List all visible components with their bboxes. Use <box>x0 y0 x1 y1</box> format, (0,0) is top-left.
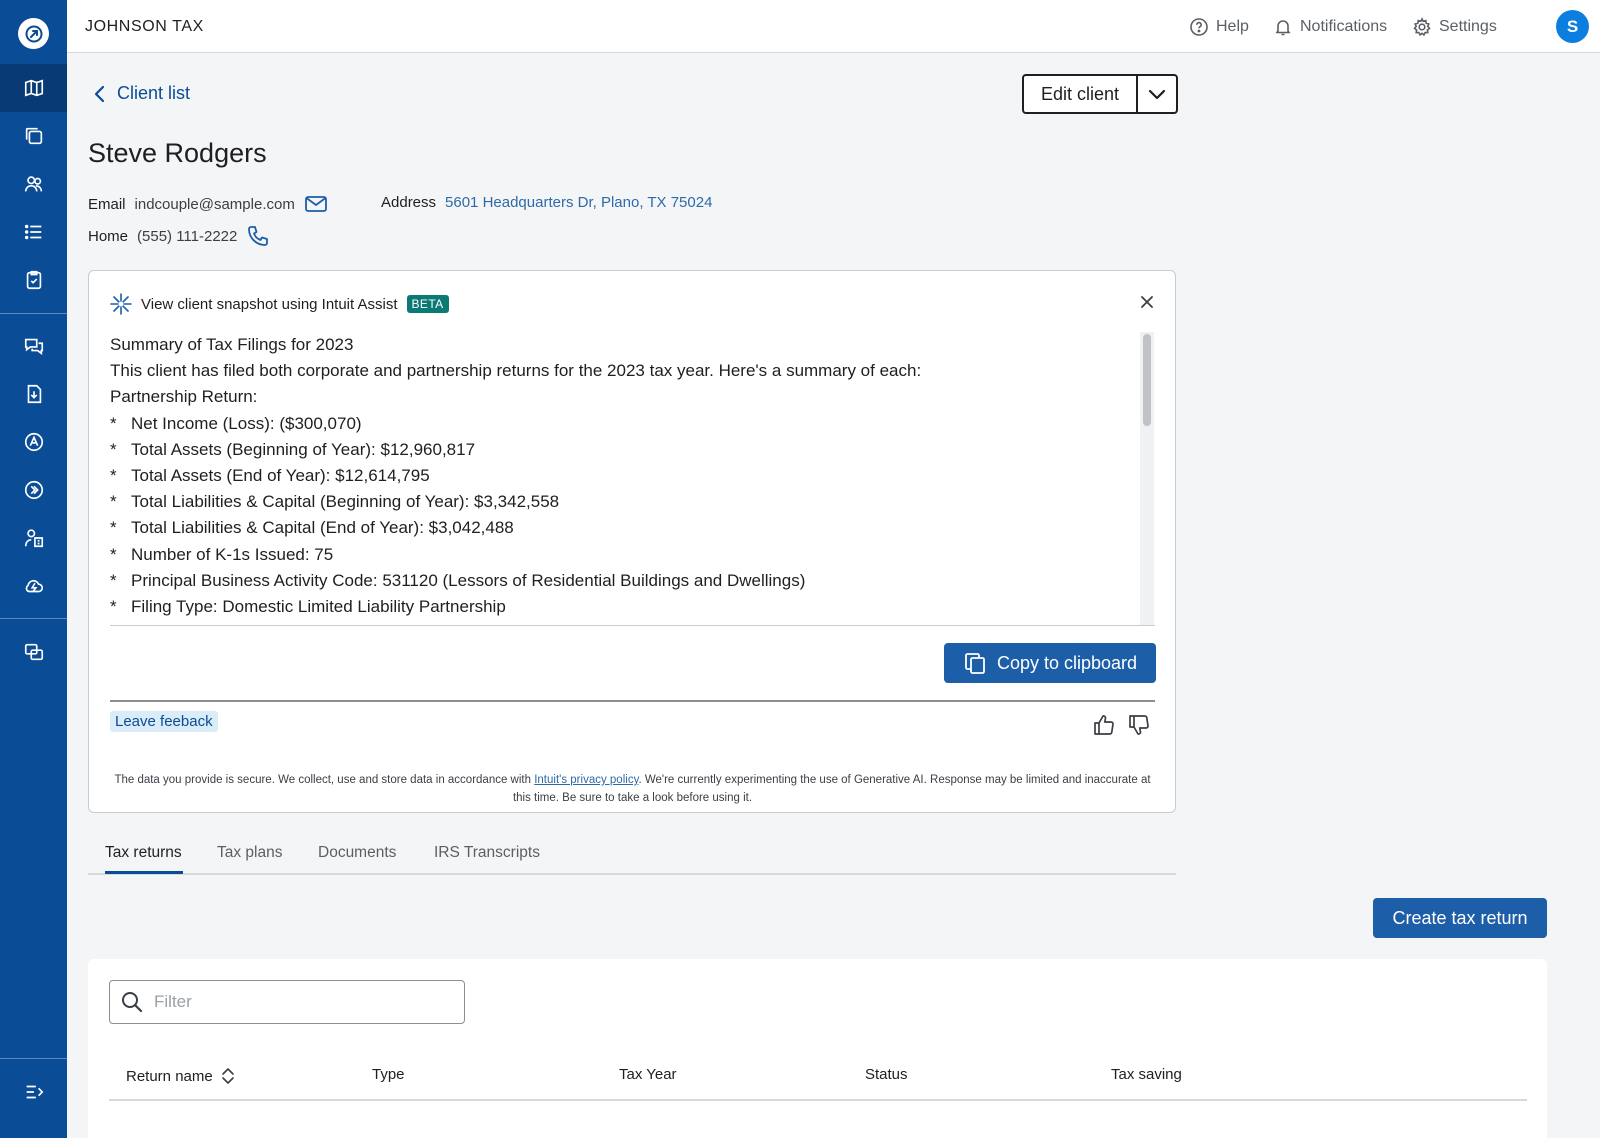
top-bar: JOHNSON TAX Help Notifications Settings … <box>67 0 1600 53</box>
client-tabs: Tax returns Tax plans Documents IRS Tran… <box>88 835 1176 875</box>
summary-bullet: * Filing Type: Domestic Limited Liability… <box>110 597 506 617</box>
settings-label: Settings <box>1439 18 1497 35</box>
help-label: Help <box>1216 18 1249 35</box>
app-logo-icon[interactable] <box>18 18 49 49</box>
back-label: Client list <box>117 83 191 103</box>
client-snapshot-card: View client snapshot using Intuit Assist… <box>88 270 1176 813</box>
help-icon <box>1190 18 1208 36</box>
snapshot-summary: Summary of Tax Filings for 2023 This cli… <box>110 332 1140 626</box>
beta-badge: BETA <box>406 295 449 313</box>
back-to-client-list[interactable]: Client list <box>93 83 190 104</box>
bell-icon <box>1275 20 1291 36</box>
create-tax-return-button[interactable]: Create tax return <box>1373 898 1547 938</box>
edit-client-split-button: Edit client <box>1022 74 1178 114</box>
summary-bullet: * Net Income (Loss): ($300,070) <box>110 413 362 433</box>
sidebar-clipboard-check-icon[interactable] <box>0 256 67 304</box>
feedback-divider <box>110 700 1155 702</box>
address-label: Address <box>381 194 437 211</box>
filter-input[interactable] <box>154 992 454 1012</box>
edit-client-button[interactable]: Edit client <box>1024 76 1138 112</box>
edit-client-menu-toggle[interactable] <box>1138 76 1176 112</box>
close-icon[interactable] <box>1138 293 1156 311</box>
copy-to-clipboard-button[interactable]: Copy to clipboard <box>944 643 1156 683</box>
sort-icon[interactable] <box>221 1066 235 1086</box>
sidebar-switch-icon[interactable] <box>0 628 67 676</box>
phone-value: (555) 111-2222 <box>137 227 238 245</box>
thumbs-up-icon[interactable] <box>1092 713 1116 737</box>
gear-icon <box>1413 17 1431 37</box>
sidebar-list-icon[interactable] <box>0 208 67 256</box>
mail-icon[interactable] <box>304 194 328 214</box>
email-value: indcouple@sample.com <box>134 195 295 213</box>
avatar[interactable]: S <box>1556 10 1589 43</box>
copy-label: Copy to clipboard <box>996 652 1138 673</box>
summary-heading: Summary of Tax Filings for 2023 <box>110 335 354 354</box>
sidebar-import-icon[interactable] <box>0 370 67 418</box>
column-header-type[interactable]: Type <box>372 1066 405 1083</box>
phone-row: Home (555) 111-2222 <box>88 224 270 248</box>
search-icon <box>122 992 143 1013</box>
chevron-left-icon <box>94 85 105 102</box>
summary-intro: This client has filed both corporate and… <box>110 361 922 381</box>
sidebar-compass-icon[interactable] <box>0 418 67 466</box>
sidebar-collapse-icon[interactable] <box>0 1068 67 1116</box>
snapshot-title: View client snapshot using Intuit Assist <box>141 295 398 313</box>
sidebar-clients-icon[interactable] <box>0 160 67 208</box>
privacy-disclaimer: The data you provide is secure. We colle… <box>114 774 1151 804</box>
chevron-down-icon <box>1148 89 1166 100</box>
leave-feedback-link[interactable]: Leave feeback <box>110 711 218 732</box>
table-header-divider <box>109 1099 1527 1101</box>
help-link[interactable]: Help <box>1189 17 1249 37</box>
summary-bullet: * Total Assets (Beginning of Year): $12,9… <box>110 439 476 459</box>
sidebar-copy-icon[interactable] <box>0 112 67 160</box>
summary-bullet: * Number of K-1s Issued: 75 <box>110 544 334 564</box>
summary-divider <box>110 625 1155 626</box>
phone-label: Home <box>88 227 129 245</box>
summary-bullet: * Total Liabilities & Capital (End of Yea… <box>110 518 514 538</box>
notifications-link[interactable]: Notifications <box>1273 17 1387 37</box>
privacy-policy-link[interactable]: Intuit's privacy policy <box>534 774 638 786</box>
main-content: Client list Edit client Steve Rodgers Em… <box>67 53 1600 1138</box>
summary-bullet: * Principal Business Activity Code: 53112… <box>110 570 806 590</box>
email-row: Email indcouple@sample.com <box>88 194 328 214</box>
column-header-tax-saving[interactable]: Tax saving <box>1111 1066 1182 1083</box>
copy-icon <box>965 653 985 674</box>
tab-irs-transcripts[interactable]: IRS Transcripts <box>434 844 540 862</box>
settings-link[interactable]: Settings <box>1412 17 1497 37</box>
snapshot-header: View client snapshot using Intuit Assist… <box>110 293 449 315</box>
page-title: Steve Rodgers <box>88 138 267 168</box>
tab-tax-plans[interactable]: Tax plans <box>217 844 282 862</box>
address-link[interactable]: 5601 Headquarters Dr, Plano, TX 75024 <box>445 194 712 211</box>
column-header-status[interactable]: Status <box>865 1066 908 1083</box>
sidebar-forward-icon[interactable] <box>0 466 67 514</box>
filter-field[interactable] <box>109 980 465 1024</box>
column-header-tax-year[interactable]: Tax Year <box>619 1066 677 1083</box>
sidebar-chat-icon[interactable] <box>0 322 67 370</box>
sidebar-map-icon[interactable] <box>0 64 67 112</box>
summary-section-title: Partnership Return: <box>110 387 258 407</box>
summary-bullet: * Total Liabilities & Capital (Beginning … <box>110 492 560 512</box>
tax-returns-table-card: Return name Type Tax Year Status Tax sav… <box>88 959 1547 1138</box>
active-tab-indicator <box>105 871 183 874</box>
summary-scrollbar[interactable] <box>1140 332 1154 626</box>
summary-bullet: * Total Assets (End of Year): $12,614,795 <box>110 466 430 486</box>
thumbs-down-icon[interactable] <box>1127 713 1151 737</box>
tab-documents[interactable]: Documents <box>318 844 396 862</box>
tab-tax-returns[interactable]: Tax returns <box>105 844 182 862</box>
sidebar-user-building-icon[interactable] <box>0 514 67 562</box>
phone-icon[interactable] <box>246 224 270 248</box>
sparkle-icon <box>110 293 132 315</box>
sidebar-cloud-icon[interactable] <box>0 562 67 610</box>
email-label: Email <box>88 195 126 213</box>
firm-name: JOHNSON TAX <box>85 18 204 35</box>
address-row: Address 5601 Headquarters Dr, Plano, TX … <box>381 194 712 211</box>
scrollbar-thumb[interactable] <box>1143 334 1151 426</box>
column-header-return-name[interactable]: Return name <box>126 1066 235 1086</box>
sidebar <box>0 0 67 1138</box>
notifications-label: Notifications <box>1300 18 1388 35</box>
